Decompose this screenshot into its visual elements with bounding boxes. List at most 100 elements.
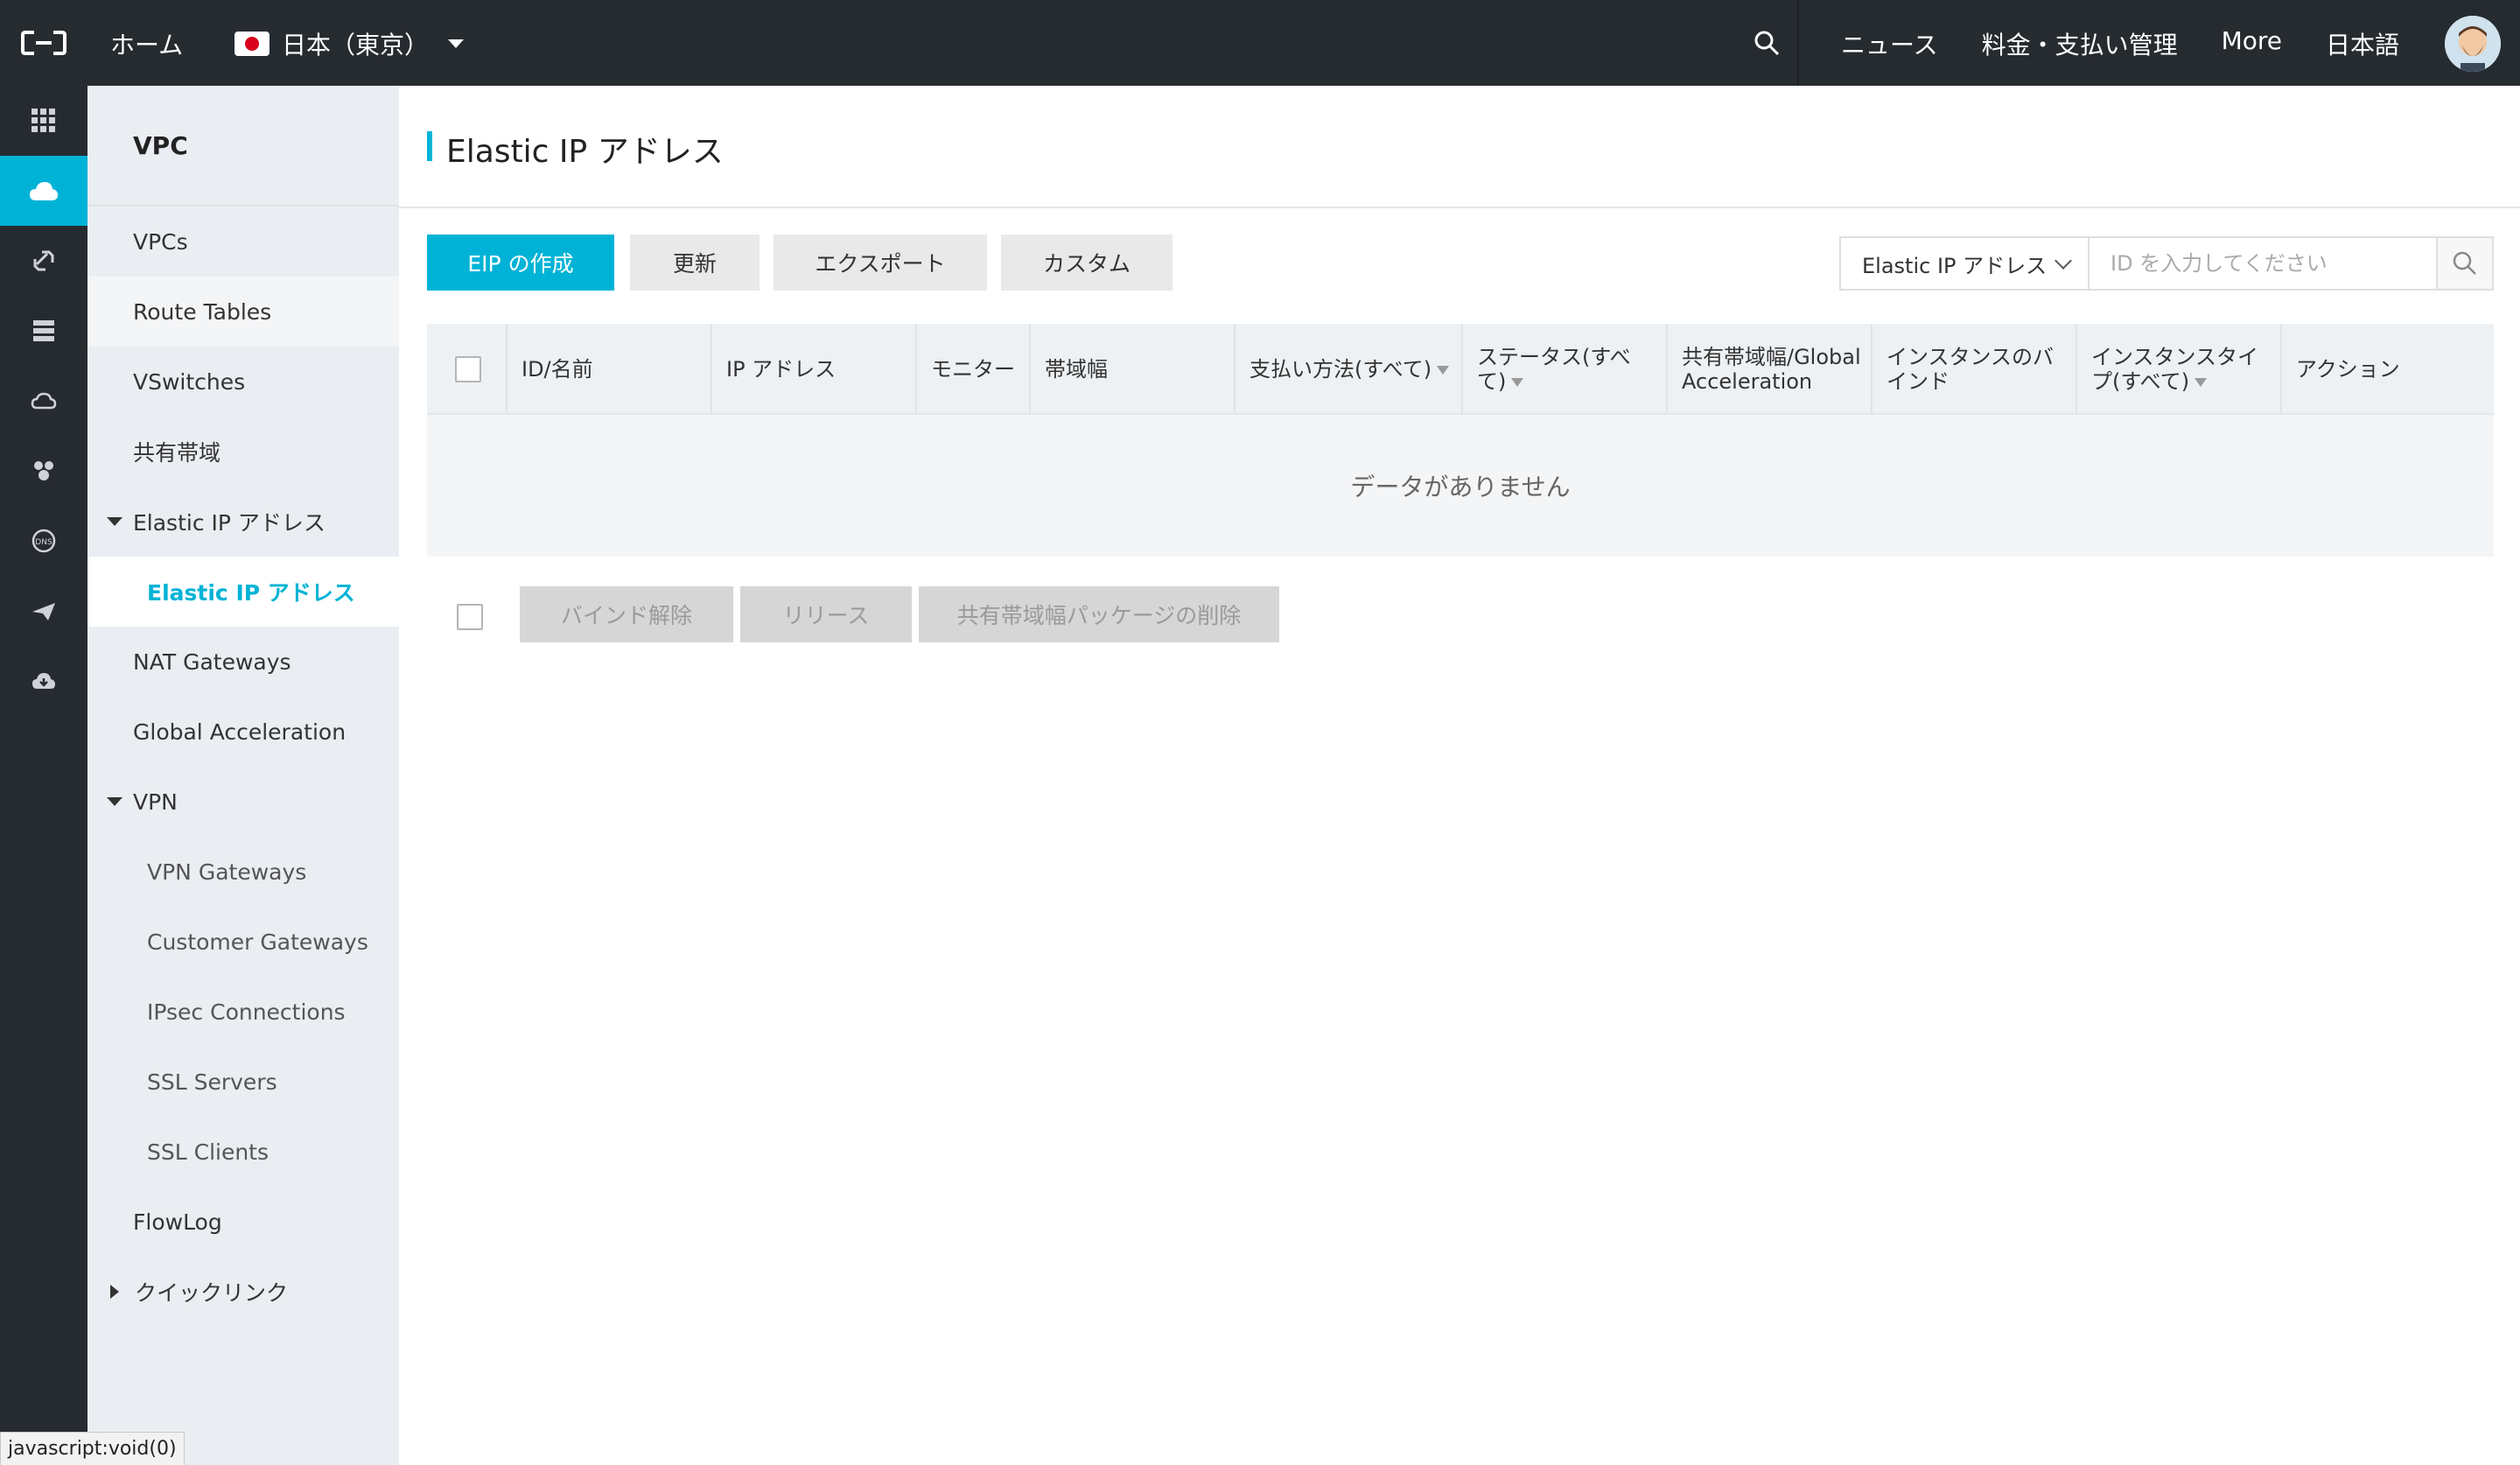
search-filter: Elastic IP アドレス xyxy=(1839,236,2494,291)
sidebar-item-eip[interactable]: Elastic IP アドレス xyxy=(88,557,399,627)
svg-text:DNS: DNS xyxy=(35,538,52,547)
sidebar-item-ssl-clients[interactable]: SSL Clients xyxy=(88,1117,399,1187)
alibaba-cloud-logo[interactable] xyxy=(0,0,88,86)
caret-down-icon xyxy=(107,517,122,526)
avatar[interactable] xyxy=(2445,16,2501,72)
column-bandwidth[interactable]: 帯域幅 xyxy=(1031,324,1236,415)
rail-item-link[interactable] xyxy=(0,226,88,296)
search-button[interactable] xyxy=(2436,238,2492,289)
refresh-button[interactable]: 更新 xyxy=(630,235,760,291)
cloud-outline-icon xyxy=(31,392,57,410)
rail-item-cloud-download[interactable] xyxy=(0,646,88,716)
rail-item-dns[interactable]: DNS xyxy=(0,506,88,576)
sidebar-group-label: クイックリンク xyxy=(135,1280,289,1306)
column-instance-type[interactable]: インスタンスタイプ(すべて) xyxy=(2077,324,2282,415)
header-select-all xyxy=(427,324,508,415)
rail-item-cloud-outline[interactable] xyxy=(0,366,88,436)
release-button[interactable]: リリース xyxy=(740,586,912,642)
user-avatar-icon xyxy=(2445,16,2501,72)
grid-icon xyxy=(32,109,55,132)
sidebar-group-label: Elastic IP アドレス xyxy=(133,510,326,536)
sidebar-item-customer-gateways[interactable]: Customer Gateways xyxy=(88,907,399,977)
news-link[interactable]: ニュース xyxy=(1841,26,1938,61)
title-accent-bar xyxy=(427,131,432,161)
select-all-checkbox[interactable] xyxy=(455,356,481,382)
sidebar-group-vpn[interactable]: VPN xyxy=(88,767,399,837)
page-title: Elastic IP アドレス xyxy=(446,134,724,170)
column-action: アクション xyxy=(2296,357,2400,382)
plane-icon xyxy=(32,603,55,620)
bulk-select-checkbox[interactable] xyxy=(457,604,483,630)
rail-item-vpc[interactable] xyxy=(0,156,88,226)
filter-type-label: Elastic IP アドレス xyxy=(1862,253,2048,278)
sidebar-item-route-tables[interactable]: Route Tables xyxy=(88,277,399,347)
chevron-down-icon xyxy=(2054,252,2073,270)
sidebar-item-vswitches[interactable]: VSwitches xyxy=(88,347,399,417)
column-instance-type-label: インスタンスタイプ(すべて) xyxy=(2091,345,2259,394)
custom-button[interactable]: カスタム xyxy=(1001,235,1172,291)
sidebar-item-vpn-gateways[interactable]: VPN Gateways xyxy=(88,837,399,907)
status-bar-url: javascript:void(0) xyxy=(0,1432,185,1465)
logo-icon xyxy=(21,31,66,55)
column-payment-label: 支払い方法(すべて) xyxy=(1250,357,1432,382)
export-button[interactable]: エクスポート xyxy=(774,235,987,291)
topbar-divider xyxy=(1797,0,1799,86)
network-icon xyxy=(34,461,53,480)
filter-icon[interactable] xyxy=(1511,378,1524,387)
region-label: 日本（東京） xyxy=(282,31,430,60)
cloud-icon xyxy=(30,182,58,200)
chevron-down-icon xyxy=(448,39,465,48)
delete-shared-bandwidth-package-button[interactable]: 共有帯域幅パッケージの削除 xyxy=(919,586,1279,642)
search-icon xyxy=(1754,31,1780,56)
sidebar-item-flowlog[interactable]: FlowLog xyxy=(88,1187,399,1257)
sidebar-item-ssl-servers[interactable]: SSL Servers xyxy=(88,1047,399,1117)
language-link[interactable]: 日本語 xyxy=(2326,26,2399,61)
caret-down-icon xyxy=(107,797,122,806)
rail-item-products[interactable] xyxy=(0,86,88,156)
rail-item-network[interactable] xyxy=(0,436,88,506)
column-status-label: ステータス(すべて) xyxy=(1477,345,1631,394)
create-eip-button[interactable]: EIP の作成 xyxy=(427,235,614,291)
region-selector[interactable]: 日本（東京） xyxy=(234,26,465,61)
global-search-button[interactable] xyxy=(1736,0,1797,86)
search-icon xyxy=(2453,251,2476,275)
column-status[interactable]: ステータス(すべて) xyxy=(1463,324,1668,415)
product-icon-rail: DNS xyxy=(0,86,88,1465)
sidebar-group-quicklinks[interactable]: クイックリンク xyxy=(88,1257,399,1327)
filter-icon[interactable] xyxy=(2194,378,2208,387)
link-icon xyxy=(33,250,54,271)
sidebar-group-label: VPN xyxy=(133,789,178,815)
sidebar-item-global-acceleration[interactable]: Global Acceleration xyxy=(88,697,399,767)
sidebar-item-nat-gateways[interactable]: NAT Gateways xyxy=(88,627,399,697)
filter-icon[interactable] xyxy=(1437,366,1450,375)
sidebar-group-eip[interactable]: Elastic IP アドレス xyxy=(88,487,399,557)
topbar-links: ニュース 料金・支払い管理 More 日本語 xyxy=(1841,26,2399,61)
column-ip[interactable]: IP アドレス xyxy=(712,324,917,415)
table-empty-message: データがありません xyxy=(427,415,2494,557)
column-shared-bandwidth[interactable]: 共有帯域幅/Global Acceleration xyxy=(1668,324,1872,415)
more-link[interactable]: More xyxy=(2222,26,2282,61)
rail-item-server[interactable] xyxy=(0,296,88,366)
filter-type-select[interactable]: Elastic IP アドレス xyxy=(1841,238,2090,289)
caret-right-icon xyxy=(110,1285,119,1299)
sidebar-item-shared-bandwidth[interactable]: 共有帯域 xyxy=(88,417,399,487)
home-link[interactable]: ホーム xyxy=(110,26,183,61)
column-payment[interactable]: 支払い方法(すべて) xyxy=(1236,324,1463,415)
eip-table: ID/名前 IP アドレス モニター 帯域幅 支払い方法(すべて) ステータス(… xyxy=(427,324,2494,557)
dns-icon: DNS xyxy=(32,529,56,553)
column-id[interactable]: ID/名前 xyxy=(508,324,712,415)
main-content: Elastic IP アドレス EIP の作成 更新 エクスポート カスタム E… xyxy=(399,86,2520,1465)
server-icon xyxy=(33,320,54,341)
column-instance-bind[interactable]: インスタンスのバインド xyxy=(1872,324,2077,415)
sidebar-item-vpcs[interactable]: VPCs xyxy=(88,207,399,277)
search-input[interactable] xyxy=(2090,238,2436,289)
page-header: Elastic IP アドレス xyxy=(399,86,2520,208)
rail-item-transfer[interactable] xyxy=(0,576,88,646)
unbind-button[interactable]: バインド解除 xyxy=(520,586,733,642)
top-navigation-bar: ホーム 日本（東京） ニュース 料金・支払い管理 More 日本語 xyxy=(0,0,2520,86)
sidebar-item-ipsec-connections[interactable]: IPsec Connections xyxy=(88,977,399,1047)
cloud-download-icon xyxy=(32,673,55,689)
sidebar: VPC VPCs Route Tables VSwitches 共有帯域 Ela… xyxy=(88,86,399,1465)
column-monitor[interactable]: モニター xyxy=(917,324,1031,415)
billing-link[interactable]: 料金・支払い管理 xyxy=(1982,26,2178,61)
